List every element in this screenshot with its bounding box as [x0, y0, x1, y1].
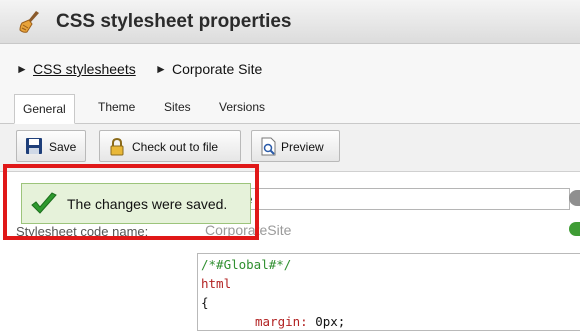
code-line-brace: { — [201, 295, 209, 310]
save-notification: The changes were saved. — [21, 183, 251, 224]
notification-message: The changes were saved. — [67, 196, 228, 212]
save-button[interactable]: Save — [16, 130, 86, 162]
check-out-to-file-button[interactable]: Check out to file — [99, 130, 241, 162]
code-property-name: margin: — [255, 314, 308, 329]
css-code-editor[interactable]: /*#Global#*/ html { margin: 0px; — [197, 253, 580, 331]
code-line-comment: /*#Global#*/ — [201, 257, 292, 272]
tab-general[interactable]: General — [14, 94, 75, 124]
floppy-disk-icon — [26, 138, 42, 154]
preview-document-icon — [261, 137, 276, 156]
tab-theme[interactable]: Theme — [98, 100, 135, 114]
breadcrumb-current: Corporate Site — [172, 61, 263, 77]
tab-bar: General Theme Sites Versions — [0, 94, 580, 124]
chevron-right-icon: ► — [155, 62, 167, 76]
broom-icon — [19, 11, 39, 33]
tab-sites[interactable]: Sites — [164, 100, 191, 114]
lock-icon — [110, 137, 124, 156]
preview-button[interactable]: Preview — [251, 130, 340, 162]
breadcrumb-link-css-stylesheets[interactable]: CSS stylesheets — [33, 61, 136, 77]
check-out-label: Check out to file — [132, 140, 219, 154]
checkmark-icon — [31, 192, 57, 214]
code-line-selector: html — [201, 276, 232, 291]
page-title: CSS stylesheet properties — [56, 11, 292, 32]
preview-label: Preview — [281, 140, 324, 154]
status-ok-icon — [569, 222, 580, 236]
code-line-property: margin: 0px; — [201, 312, 580, 331]
save-button-label: Save — [49, 140, 77, 154]
breadcrumb: ► CSS stylesheets ► Corporate Site — [0, 44, 580, 94]
title-bar: CSS stylesheet properties — [0, 0, 580, 44]
info-icon[interactable] — [569, 190, 580, 206]
code-property-value: 0px; — [307, 314, 346, 329]
chevron-right-icon: ► — [16, 62, 28, 76]
tab-versions[interactable]: Versions — [219, 100, 265, 114]
